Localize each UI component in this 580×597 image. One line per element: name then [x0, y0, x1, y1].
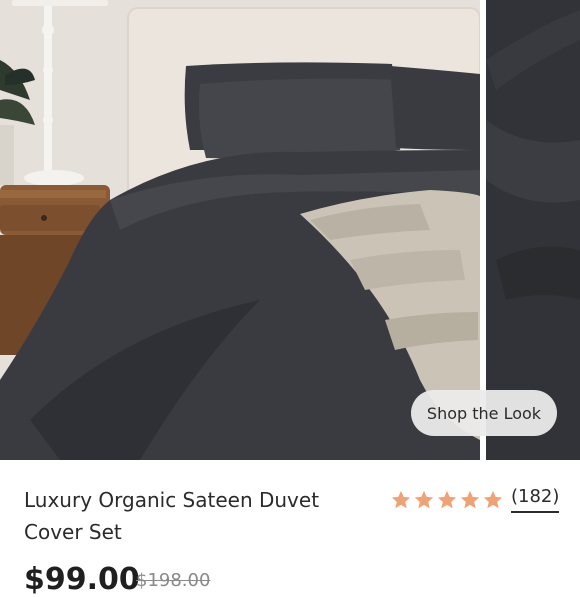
- shop-the-look-button[interactable]: Shop the Look: [411, 390, 557, 436]
- product-title: Luxury Organic Sateen Duvet Cover Set: [24, 488, 320, 544]
- star-icon: [414, 490, 434, 508]
- star-rating: [390, 489, 505, 511]
- original-price: $198.00: [136, 570, 211, 591]
- bedroom-scene-illustration: [0, 0, 480, 460]
- star-icon: [460, 490, 480, 508]
- product-image-main[interactable]: [0, 0, 480, 460]
- star-icon: [437, 490, 457, 508]
- product-image-gallery[interactable]: Shop the Look: [0, 0, 580, 460]
- review-count-link[interactable]: (182): [511, 486, 560, 513]
- star-icon: [391, 490, 411, 508]
- star-icon: [483, 490, 503, 508]
- product-rating[interactable]: (182): [390, 486, 560, 513]
